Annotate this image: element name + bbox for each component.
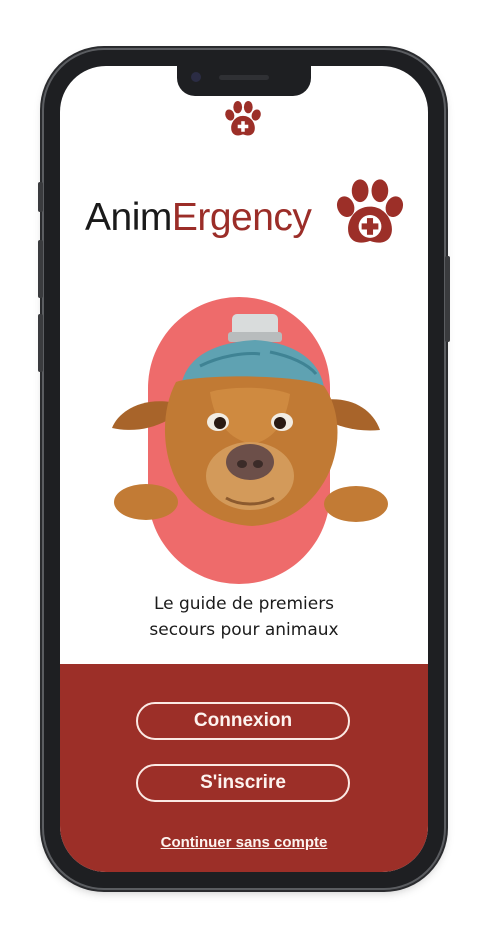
auth-panel: Connexion S'inscrire Continuer sans comp… bbox=[60, 664, 428, 872]
app-name: AnimErgency bbox=[85, 196, 312, 240]
tagline-line-1: Le guide de premiers bbox=[153, 594, 335, 614]
app-screenshot: AnimErgency Le guide de premiers secours… bbox=[0, 0, 493, 943]
brand-header: AnimErgency bbox=[85, 174, 415, 254]
paw-plus-icon bbox=[336, 179, 404, 243]
camera-icon bbox=[191, 72, 201, 82]
volume-down-button bbox=[38, 314, 43, 372]
tagline-line-2: secours pour animaux bbox=[149, 620, 339, 640]
app-name-part1: Anim bbox=[85, 196, 172, 239]
phone-frame: AnimErgency Le guide de premiers secours… bbox=[38, 50, 450, 888]
signup-button[interactable]: S'inscrire bbox=[136, 764, 350, 802]
login-button[interactable]: Connexion bbox=[136, 702, 350, 740]
sick-dog-illustration bbox=[112, 314, 388, 526]
power-button bbox=[445, 256, 450, 342]
volume-up-button bbox=[38, 240, 43, 298]
app-tagline: Le guide de premiers secours pour animau… bbox=[60, 591, 428, 643]
app-name-part2: Ergency bbox=[171, 196, 312, 239]
app-screen: AnimErgency Le guide de premiers secours… bbox=[60, 66, 428, 872]
continue-without-account-link[interactable]: Continuer sans compte bbox=[60, 834, 428, 851]
phone-notch bbox=[177, 66, 311, 96]
volume-up-button bbox=[38, 182, 43, 212]
speaker-grille bbox=[219, 75, 269, 80]
paw-plus-icon bbox=[225, 100, 261, 136]
